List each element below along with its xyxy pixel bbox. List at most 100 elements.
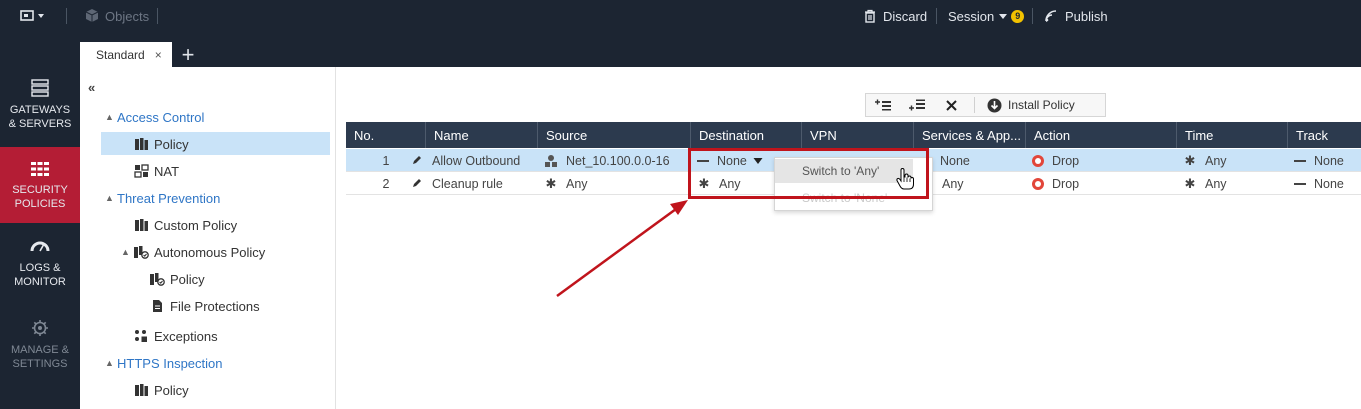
nav-gateways-servers[interactable]: GATEWAYS & SERVERS [0, 79, 80, 145]
nav-label: MANAGE & SETTINGS [10, 344, 70, 370]
column-header-destination[interactable]: Destination [691, 122, 802, 148]
column-header-track[interactable]: Track [1288, 122, 1361, 148]
tab-label: Standard [96, 47, 145, 62]
column-header-no[interactable]: No. [346, 122, 426, 148]
time-label: Any [1205, 176, 1227, 191]
top-bar: Objects Discard Session 9 Publish [0, 0, 1361, 36]
policy-book-icon [133, 383, 149, 397]
rule-source[interactable]: Net_10.100.0.0-16 [538, 149, 691, 172]
nav-security-policies[interactable]: SECURITY POLICIES [0, 147, 80, 223]
rulebase-toolbar: Install Policy [865, 93, 1106, 117]
rule-time[interactable]: ✱ Any [1177, 149, 1288, 172]
services-label: None [940, 153, 970, 168]
publish-label: Publish [1065, 8, 1108, 24]
rule-action[interactable]: Drop [1026, 172, 1177, 195]
caret-up-icon[interactable]: ▲ [121, 247, 131, 257]
tree-file-protections[interactable]: File Protections [149, 295, 260, 317]
add-rule-above-button[interactable] [866, 94, 900, 116]
close-icon[interactable]: × [155, 48, 162, 62]
tree-threat-prevention[interactable]: ▲ Threat Prevention [105, 187, 220, 209]
rule-time[interactable]: ✱ Any [1177, 172, 1288, 195]
tree-autonomous-sub-policy[interactable]: Policy [149, 268, 205, 290]
collapse-panel-button[interactable]: « [88, 80, 95, 95]
add-tab-button[interactable]: + [176, 42, 200, 67]
exceptions-icon [133, 329, 149, 343]
nav-manage-settings[interactable]: MANAGE & SETTINGS [0, 319, 80, 385]
session-badge: 9 [1011, 9, 1025, 23]
table-header: No. Name Source Destination VPN Services… [346, 122, 1361, 148]
rule-action[interactable]: Drop [1026, 149, 1177, 172]
rule-track[interactable]: None [1288, 172, 1361, 195]
column-header-vpn[interactable]: VPN [802, 122, 914, 148]
tree-https-policy[interactable]: Policy [133, 379, 189, 401]
publish-button[interactable]: Publish [1044, 0, 1108, 32]
tree-exceptions[interactable]: Exceptions [133, 325, 218, 347]
autonomous-policy-icon [133, 245, 149, 259]
none-dash-icon [1294, 159, 1306, 162]
app-menu-icon [20, 10, 44, 21]
discard-button[interactable]: Discard [863, 0, 927, 32]
tree-label: Access Control [117, 109, 205, 125]
tree-label: NAT [154, 163, 180, 179]
tree-label: Policy [154, 382, 189, 398]
discard-label: Discard [883, 8, 928, 24]
caret-up-icon[interactable]: ▲ [105, 193, 115, 203]
chevron-down-icon [999, 14, 1008, 19]
tab-standard[interactable]: Standard × [80, 42, 172, 67]
rule-name[interactable]: Cleanup rule [426, 172, 538, 195]
policy-book-icon [133, 218, 149, 232]
column-header-services[interactable]: Services & App... [914, 122, 1026, 148]
tree-label: Policy [154, 136, 189, 152]
nav-logs-monitor[interactable]: LOGS & MONITOR [0, 239, 80, 305]
rule-source[interactable]: ✱ Any [538, 172, 691, 195]
drop-icon [1032, 177, 1044, 190]
policy-book-icon [133, 137, 149, 151]
tree-custom-policy[interactable]: Custom Policy [133, 214, 237, 236]
track-label: None [1314, 176, 1344, 191]
gear-icon [32, 320, 48, 336]
caret-up-icon[interactable]: ▲ [105, 358, 115, 368]
objects-button[interactable]: Objects [84, 0, 149, 32]
pencil-icon[interactable] [412, 177, 422, 191]
column-header-name[interactable]: Name [426, 122, 538, 148]
action-label: Drop [1052, 153, 1080, 168]
source-label: Any [566, 176, 588, 191]
tree-nat[interactable]: NAT [133, 160, 179, 182]
autonomous-policy-icon [149, 272, 165, 286]
tree-label: File Protections [170, 298, 260, 314]
tree-https-inspection[interactable]: ▲ HTTPS Inspection [105, 352, 223, 374]
tree-autonomous-policy[interactable]: ▲ Autonomous Policy [121, 241, 265, 263]
install-policy-button[interactable]: Install Policy [981, 98, 1075, 113]
source-label: Net_10.100.0.0-16 [566, 153, 670, 168]
server-icon [31, 79, 49, 97]
caret-up-icon[interactable]: ▲ [105, 112, 115, 122]
add-rule-below-icon [909, 99, 925, 111]
add-rule-below-button[interactable] [900, 94, 934, 116]
divider [157, 8, 158, 24]
gauge-icon [30, 241, 50, 252]
annotation-highlight-box [688, 148, 929, 199]
app-menu-button[interactable] [20, 0, 46, 32]
column-header-time[interactable]: Time [1177, 122, 1288, 148]
grid-icon [31, 162, 49, 176]
tree-access-control[interactable]: ▲ Access Control [105, 106, 204, 128]
track-label: None [1314, 153, 1344, 168]
column-header-source[interactable]: Source [538, 122, 691, 148]
action-label: Drop [1052, 176, 1080, 191]
install-policy-label: Install Policy [1008, 98, 1075, 112]
objects-label: Objects [105, 8, 150, 24]
tree-label: HTTPS Inspection [117, 355, 223, 371]
nav-label: LOGS & MONITOR [14, 262, 66, 288]
add-rule-above-icon [875, 99, 891, 111]
column-header-action[interactable]: Action [1026, 122, 1177, 148]
tree-access-policy[interactable]: Policy [133, 133, 189, 155]
session-button[interactable]: Session 9 [948, 0, 1025, 32]
rule-name[interactable]: Allow Outbound [426, 149, 538, 172]
tree-label: Exceptions [154, 328, 218, 344]
rule-track[interactable]: None [1288, 149, 1361, 172]
divider [66, 8, 67, 24]
divider [974, 97, 975, 113]
any-asterisk-icon: ✱ [1184, 152, 1196, 168]
pencil-icon[interactable] [412, 154, 422, 168]
delete-rule-button[interactable] [934, 94, 968, 116]
